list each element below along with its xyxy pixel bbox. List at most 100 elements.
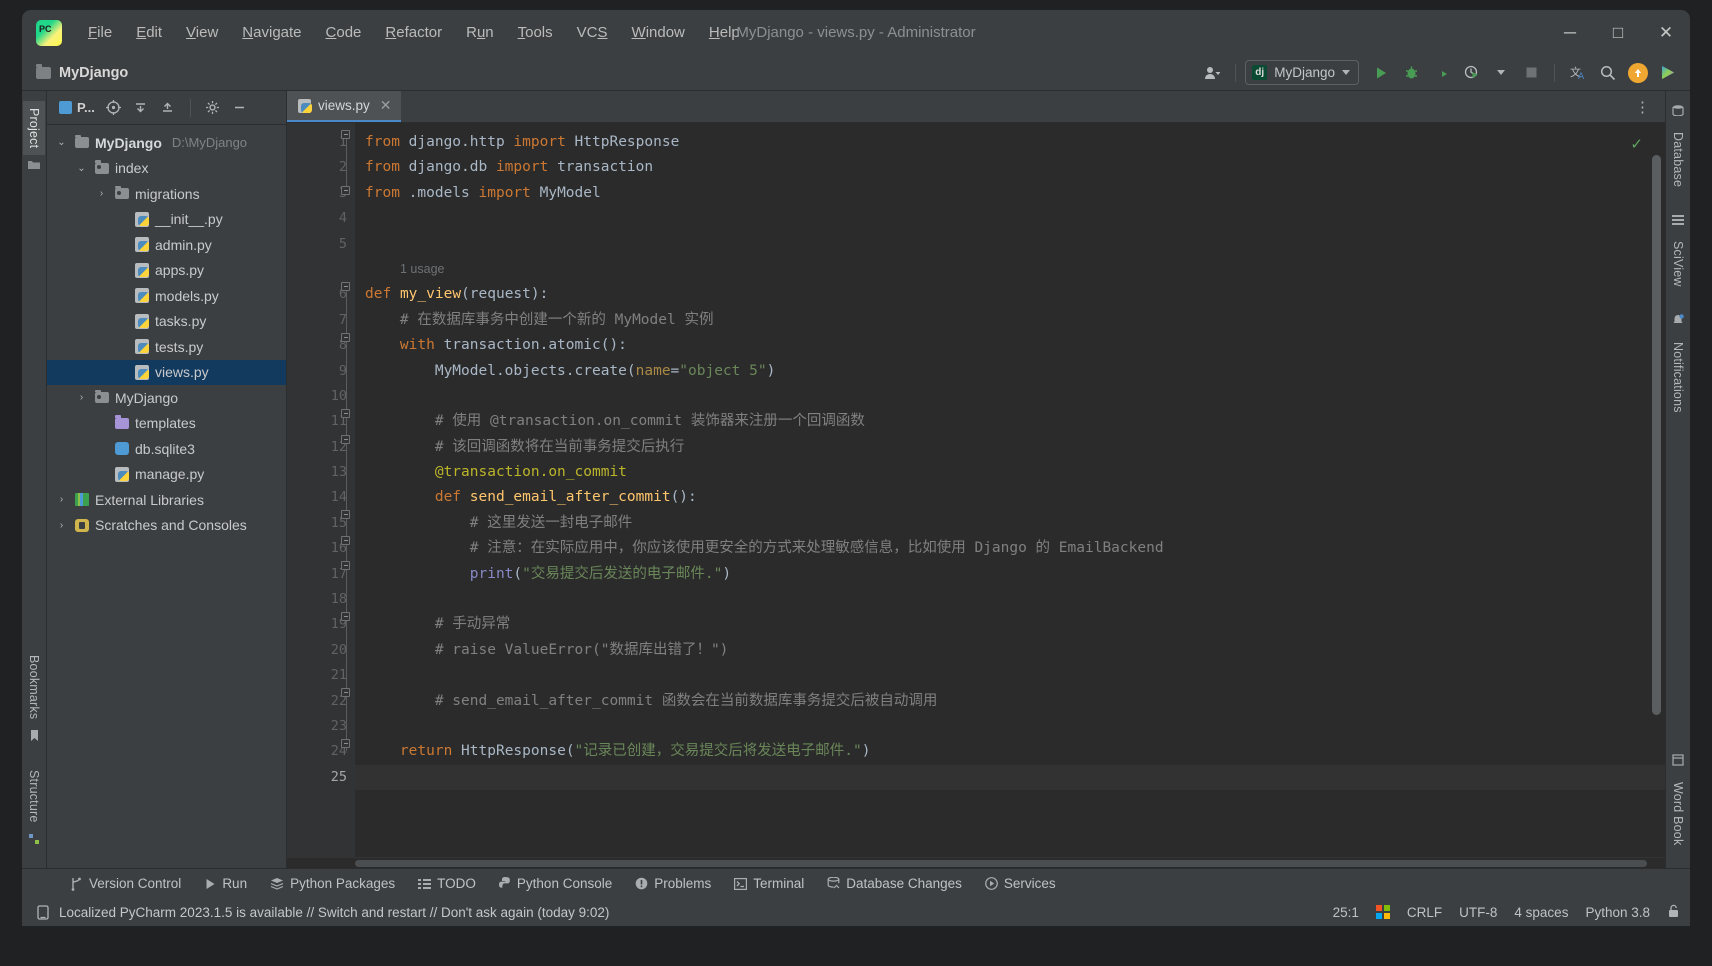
chevron-right-icon[interactable]: › — [55, 494, 68, 505]
line-number[interactable]: 4 — [287, 206, 355, 231]
chevron-right-icon[interactable]: › — [55, 520, 68, 531]
locate-icon[interactable] — [102, 96, 126, 120]
code-line[interactable]: # 使用 @transaction.on_commit 装饰器来注册一个回调函数 — [355, 409, 1665, 434]
tool-window-services[interactable]: Services — [975, 873, 1066, 894]
fold-marker[interactable] — [341, 435, 350, 444]
fold-marker[interactable] — [341, 612, 350, 621]
stop-button[interactable] — [1517, 60, 1545, 86]
line-number[interactable]: 5 — [287, 232, 355, 257]
more-options-icon[interactable]: ⋮ — [1629, 98, 1657, 116]
status-message[interactable]: Localized PyCharm 2023.1.5 is available … — [59, 905, 609, 920]
tree-item-index[interactable]: ⌄ index — [47, 156, 286, 182]
tool-window-python-packages[interactable]: Python Packages — [260, 873, 405, 894]
code-line[interactable] — [355, 663, 1665, 688]
tree-item-__init__-py[interactable]: __init__.py — [47, 207, 286, 233]
sidebar-tab-sciview[interactable]: SciView — [1667, 234, 1689, 294]
code-line[interactable] — [355, 232, 1665, 257]
fold-marker[interactable] — [341, 561, 350, 570]
fold-marker[interactable] — [341, 333, 350, 342]
tree-item-apps-py[interactable]: apps.py — [47, 258, 286, 284]
tab-views-py[interactable]: views.py ✕ — [287, 91, 401, 122]
python-interpreter[interactable]: Python 3.8 — [1585, 905, 1650, 920]
caret-position[interactable]: 25:1 — [1333, 905, 1359, 920]
fold-marker[interactable] — [341, 186, 350, 195]
tree-item-tasks-py[interactable]: tasks.py — [47, 309, 286, 335]
fold-marker[interactable] — [341, 536, 350, 545]
run-button[interactable] — [1367, 60, 1395, 86]
code-line[interactable] — [355, 206, 1665, 231]
code-line[interactable]: @transaction.on_commit — [355, 460, 1665, 485]
menu-run[interactable]: Run — [454, 20, 506, 45]
chevron-right-icon[interactable]: › — [95, 188, 108, 199]
tool-window-todo[interactable]: TODO — [408, 873, 486, 894]
code-editor[interactable]: 12345 6789101112131415161718192021222324… — [287, 123, 1665, 857]
minimize-button[interactable]: ─ — [1546, 10, 1594, 55]
close-button[interactable]: ✕ — [1642, 10, 1690, 55]
menu-navigate[interactable]: Navigate — [230, 20, 313, 45]
breadcrumb[interactable]: MyDjango — [59, 65, 128, 81]
tree-item-admin-py[interactable]: admin.py — [47, 232, 286, 258]
code-line[interactable]: with transaction.atomic(): — [355, 333, 1665, 358]
tree-item-manage-py[interactable]: manage.py — [47, 462, 286, 488]
notification-icon[interactable] — [36, 904, 50, 920]
code-line[interactable]: from django.http import HttpResponse — [355, 130, 1665, 155]
code-line[interactable] — [355, 384, 1665, 409]
code-line[interactable] — [355, 587, 1665, 612]
sidebar-tab-notifications[interactable]: Notifications — [1667, 335, 1689, 420]
collapse-all-icon[interactable] — [129, 96, 153, 120]
unlocked-icon[interactable] — [1667, 904, 1680, 921]
tree-item-views-py[interactable]: views.py — [47, 359, 286, 385]
tree-item-migrations[interactable]: › migrations — [47, 181, 286, 207]
chevron-down-icon[interactable]: ⌄ — [75, 163, 88, 174]
fold-marker[interactable] — [341, 130, 350, 139]
tree-item-mydjango[interactable]: ⌄ MyDjango D:\MyDjango — [47, 130, 286, 156]
code-line[interactable]: # 在数据库事务中创建一个新的 MyModel 实例 — [355, 308, 1665, 333]
tree-item-models-py[interactable]: models.py — [47, 283, 286, 309]
horizontal-scrollbar[interactable] — [287, 857, 1665, 868]
sidebar-tab-bookmarks[interactable]: Bookmarks — [23, 648, 45, 726]
settings-gear-icon[interactable] — [201, 96, 225, 120]
sidebar-tab-structure[interactable]: Structure — [23, 763, 45, 830]
tool-window-terminal[interactable]: Terminal — [724, 873, 814, 894]
tree-item-tests-py[interactable]: tests.py — [47, 334, 286, 360]
menu-vcs[interactable]: VCS — [565, 20, 620, 45]
chevron-right-icon[interactable]: › — [75, 392, 88, 403]
close-icon[interactable]: ✕ — [380, 97, 392, 114]
fold-marker[interactable] — [341, 739, 350, 748]
run-configuration-selector[interactable]: dj MyDjango — [1245, 60, 1359, 85]
code-line[interactable]: # 该回调函数将在当前事务提交后执行 — [355, 435, 1665, 460]
scrollbar-thumb[interactable] — [1652, 155, 1661, 715]
maximize-button[interactable]: □ — [1594, 10, 1642, 55]
usage-hint[interactable]: 1 usage — [355, 257, 1665, 282]
menu-tools[interactable]: Tools — [506, 20, 565, 45]
indent-setting[interactable]: 4 spaces — [1514, 905, 1568, 920]
debug-button[interactable] — [1397, 60, 1425, 86]
code-line[interactable]: # 手动异常 — [355, 612, 1665, 637]
tool-window-python-console[interactable]: Python Console — [489, 873, 622, 894]
tool-window-database-changes[interactable]: Database Changes — [817, 873, 972, 894]
tree-item-external-libraries[interactable]: › External Libraries — [47, 487, 286, 513]
code-line[interactable]: # 注意：在实际应用中，你应该使用更安全的方式来处理敏感信息，比如使用 Djan… — [355, 536, 1665, 561]
tool-window-run[interactable]: Run — [194, 873, 257, 894]
code-line[interactable]: MyModel.objects.create(name="object 5") — [355, 359, 1665, 384]
code-line[interactable]: def send_email_after_commit(): — [355, 485, 1665, 510]
horizontal-scrollbar-thumb[interactable] — [355, 860, 1647, 867]
menu-help[interactable]: Help — [697, 20, 752, 45]
fold-marker[interactable] — [341, 510, 350, 519]
profile-button[interactable] — [1457, 60, 1485, 86]
code-line[interactable]: def my_view(request): — [355, 282, 1665, 307]
sidebar-tab-wordbook[interactable]: Word Book — [1667, 775, 1689, 852]
expand-all-icon[interactable] — [156, 96, 180, 120]
inspection-status-icon[interactable]: ✓ — [1630, 135, 1643, 153]
tool-window-problems[interactable]: Problems — [625, 873, 721, 894]
tree-item-mydjango[interactable]: › MyDjango — [47, 385, 286, 411]
tree-item-db-sqlite3[interactable]: db.sqlite3 — [47, 436, 286, 462]
fold-marker[interactable] — [341, 282, 350, 291]
project-view-selector[interactable]: P... — [55, 98, 99, 117]
translate-icon[interactable]: 文A — [1564, 60, 1592, 86]
menu-view[interactable]: View — [174, 20, 230, 45]
menu-window[interactable]: Window — [620, 20, 697, 45]
code-line[interactable]: from .models import MyModel — [355, 181, 1665, 206]
user-icon[interactable] — [1198, 60, 1226, 86]
menu-refactor[interactable]: Refactor — [373, 20, 454, 45]
